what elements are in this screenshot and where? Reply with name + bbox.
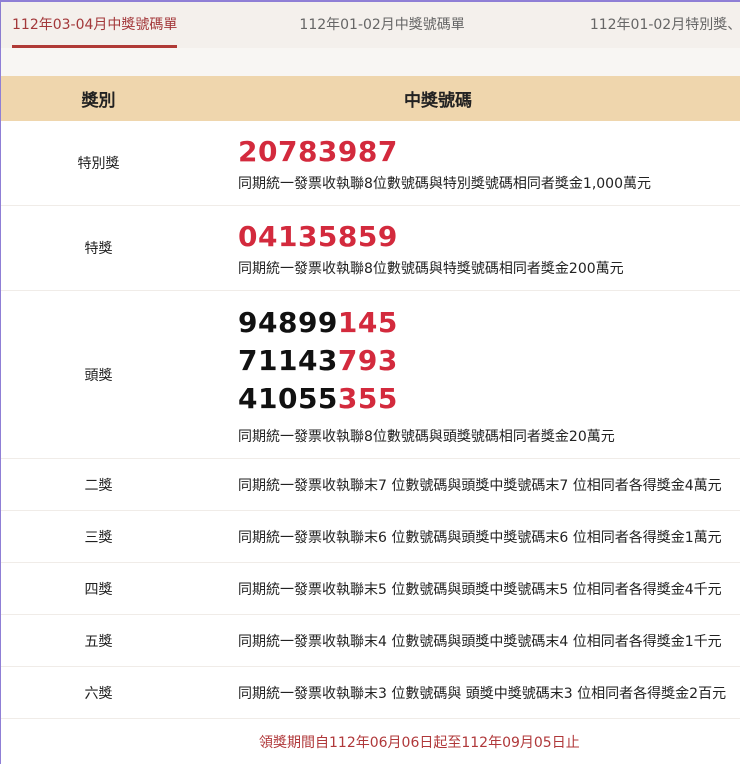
spacer (1, 48, 740, 76)
header-winning-numbers: 中獎號碼 (404, 91, 472, 111)
row-sixth-prize: 六獎 同期統一發票收執聯末3 位數號碼與 頭獎中獎號碼末3 位相同者各得獎金2百… (1, 667, 740, 719)
row-first-prize: 頭獎 94899145 71143793 41055355 同期統一發票收執聯8… (1, 291, 740, 459)
row-fifth-prize: 五獎 同期統一發票收執聯末4 位數號碼與頭獎中獎號碼末4 位相同者各得獎金1千元 (1, 615, 740, 667)
prize-name: 三獎 (84, 529, 113, 546)
prize-desc: 同期統一發票收執聯末7 位數號碼與頭獎中獎號碼末7 位相同者各得獎金4萬元 (238, 477, 722, 494)
prize-name: 四獎 (84, 581, 113, 598)
prize-desc: 同期統一發票收執聯末5 位數號碼與頭獎中獎號碼末5 位相同者各得獎金4千元 (238, 581, 722, 598)
row-second-prize: 二獎 同期統一發票收執聯末7 位數號碼與頭獎中獎號碼末7 位相同者各得獎金4萬元 (1, 459, 740, 511)
prize-desc: 同期統一發票收執聯8位數號碼與特別獎號碼相同者獎金1,000萬元 (238, 176, 651, 192)
period-tabs: 112年03-04月中獎號碼單 112年01-02月中獎號碼單 112年01-0… (1, 2, 740, 48)
number-suffix: 793 (337, 343, 398, 377)
winning-number: 71143793 (238, 342, 740, 380)
winning-number: 41055355 (238, 380, 740, 418)
winning-number: 20783987 (238, 135, 398, 168)
prize-name: 特獎 (84, 241, 113, 257)
prize-name: 五獎 (84, 633, 113, 650)
tab-112-01-02-special[interactable]: 112年01-02月特別獎、特獎 (590, 2, 740, 48)
number-prefix: 41055 (238, 381, 338, 415)
tab-112-03-04[interactable]: 112年03-04月中獎號碼單 (12, 2, 178, 48)
winning-number: 04135859 (238, 220, 398, 253)
row-fourth-prize: 四獎 同期統一發票收執聯末5 位數號碼與頭獎中獎號碼末5 位相同者各得獎金4千元 (1, 563, 740, 615)
prize-desc: 同期統一發票收執聯末6 位數號碼與頭獎中獎號碼末6 位相同者各得獎金1萬元 (238, 529, 722, 546)
number-suffix: 355 (337, 381, 398, 415)
row-third-prize: 三獎 同期統一發票收執聯末6 位數號碼與頭獎中獎號碼末6 位相同者各得獎金1萬元 (1, 511, 740, 563)
number-suffix: 145 (337, 305, 398, 339)
row-grand-prize: 特獎 04135859 同期統一發票收執聯8位數號碼與特獎號碼相同者獎金200萬… (1, 206, 740, 291)
prize-desc: 同期統一發票收執聯8位數號碼與特獎號碼相同者獎金200萬元 (238, 261, 624, 277)
prize-desc: 同期統一發票收執聯末3 位數號碼與 頭獎中獎號碼末3 位相同者各得獎金2百元 (238, 685, 727, 702)
number-prefix: 94899 (238, 305, 338, 339)
prize-name: 六獎 (84, 685, 113, 702)
table-header: 獎別 中獎號碼 (1, 76, 740, 121)
claim-period-note: 領獎期間自112年06月06日起至112年09月05日止 (259, 735, 580, 751)
prize-name: 二獎 (84, 477, 113, 494)
prize-name: 特別獎 (77, 156, 120, 172)
number-prefix: 71143 (238, 343, 338, 377)
prize-desc: 同期統一發票收執聯8位數號碼與頭獎號碼相同者獎金20萬元 (238, 428, 615, 445)
winning-number: 94899145 (238, 304, 740, 342)
row-special-prize: 特別獎 20783987 同期統一發票收執聯8位數號碼與特別獎號碼相同者獎金1,… (1, 121, 740, 206)
prize-name: 頭獎 (84, 367, 113, 384)
header-prize-type: 獎別 (81, 91, 116, 111)
prize-desc: 同期統一發票收執聯末4 位數號碼與頭獎中獎號碼末4 位相同者各得獎金1千元 (238, 633, 722, 650)
tab-112-01-02[interactable]: 112年01-02月中獎號碼單 (299, 2, 464, 48)
